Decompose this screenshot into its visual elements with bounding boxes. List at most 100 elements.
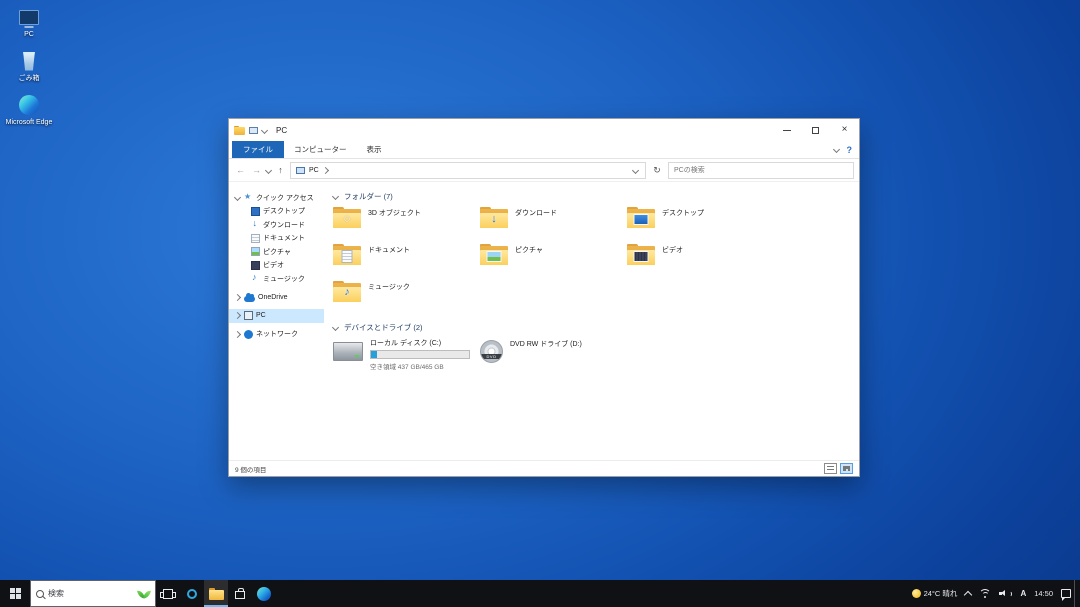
folder-tile-documents[interactable]: ドキュメント	[333, 244, 480, 274]
desktop-icon-pc[interactable]: PC	[2, 6, 56, 39]
chevron-right-icon[interactable]	[234, 295, 241, 300]
sidebar-item-onedrive[interactable]: OneDrive	[229, 291, 324, 305]
windows-logo-icon	[10, 588, 21, 599]
microsoft-store-button[interactable]	[228, 580, 252, 607]
desktop: PC ごみ箱 Microsoft Edge PC × ファイ	[0, 0, 1080, 607]
system-tray: 24°C 晴れ A 14:50	[909, 580, 1074, 607]
pictures-folder-icon	[480, 244, 508, 265]
maximize-button[interactable]	[801, 119, 830, 141]
microsoft-edge-button[interactable]	[252, 580, 276, 607]
downloads-icon	[251, 220, 260, 229]
hard-disk-icon	[333, 342, 363, 361]
show-hidden-icons-chevron[interactable]	[964, 590, 972, 598]
breadcrumb[interactable]: PC	[290, 162, 646, 179]
task-view-button[interactable]	[156, 580, 180, 607]
navigation-pane: クイック アクセス デスクトップ ダウンロード ドキュメント ピクチャ	[229, 182, 324, 460]
details-view-icon[interactable]	[824, 463, 837, 474]
action-center-icon[interactable]	[1061, 589, 1071, 598]
breadcrumb-path[interactable]: PC	[309, 167, 319, 174]
taskbar-search-box[interactable]: 検索	[30, 580, 156, 607]
tab-view[interactable]: 表示	[357, 141, 392, 158]
tab-file[interactable]: ファイル	[232, 141, 284, 158]
forward-button[interactable]: →	[250, 166, 263, 175]
sidebar-item-quick-access[interactable]: クイック アクセス	[229, 191, 324, 205]
sidebar-item-downloads[interactable]: ダウンロード	[229, 218, 324, 232]
onedrive-cloud-icon	[244, 296, 255, 302]
sidebar-item-desktop[interactable]: デスクトップ	[229, 205, 324, 219]
folder-tile-downloads[interactable]: ダウンロード	[480, 207, 627, 237]
show-desktop-button[interactable]	[1074, 580, 1080, 607]
pc-breadcrumb-icon	[296, 167, 305, 174]
up-button[interactable]: ↑	[274, 166, 287, 175]
title-bar[interactable]: PC ×	[229, 119, 859, 141]
folders-grid: 3D オブジェクト ダウンロード デスクトップ ドキュメント	[333, 207, 859, 311]
search-input[interactable]	[668, 162, 854, 179]
refresh-icon[interactable]: ↻	[649, 165, 665, 176]
sun-icon	[912, 589, 921, 598]
drive-tile-c[interactable]: ローカル ディスク (C:) 空き領域 437 GB/465 GB	[333, 338, 480, 374]
chevron-down-icon[interactable]	[234, 195, 241, 200]
drive-tile-dvd[interactable]: DVD RW ドライブ (D:)	[480, 338, 627, 374]
documents-folder-icon	[333, 244, 361, 265]
search-highlight-sprout-icon[interactable]	[138, 587, 150, 600]
network-icon[interactable]	[979, 589, 991, 598]
recent-locations-arrow-icon[interactable]	[265, 166, 272, 173]
sidebar-item-documents[interactable]: ドキュメント	[229, 232, 324, 246]
file-explorer-icon	[209, 588, 224, 600]
ribbon-right-controls: ?	[834, 141, 860, 158]
cortana-button[interactable]	[180, 580, 204, 607]
dvd-drive-icon	[480, 340, 503, 363]
quick-access-star-icon	[244, 193, 253, 202]
tab-computer[interactable]: コンピューター	[284, 141, 357, 158]
group-header-folders[interactable]: フォルダー (7)	[333, 189, 859, 203]
folder-tile-music[interactable]: ミュージック	[333, 281, 480, 311]
edge-icon	[257, 587, 271, 601]
customize-toolbar-arrow-icon[interactable]	[261, 126, 268, 133]
computer-icon	[249, 127, 258, 134]
sidebar-item-pictures[interactable]: ピクチャ	[229, 245, 324, 259]
folder-tile-videos[interactable]: ビデオ	[627, 244, 774, 274]
chevron-right-icon[interactable]	[234, 313, 241, 318]
drive-free-space: 空き領域 437 GB/465 GB	[370, 361, 470, 371]
taskbar-clock[interactable]: 14:50	[1034, 589, 1053, 598]
help-icon[interactable]: ?	[847, 145, 853, 155]
status-bar: 9 個の項目	[229, 460, 859, 476]
pc-icon	[19, 6, 39, 28]
sidebar-item-music[interactable]: ミュージック	[229, 272, 324, 286]
edge-icon	[19, 94, 39, 116]
downloads-folder-icon	[480, 207, 508, 228]
desktop-icon-edge[interactable]: Microsoft Edge	[2, 94, 56, 127]
file-explorer-taskbar-button[interactable]	[204, 580, 228, 607]
window-body: クイック アクセス デスクトップ ダウンロード ドキュメント ピクチャ	[229, 182, 859, 460]
folder-tile-pictures[interactable]: ピクチャ	[480, 244, 627, 274]
close-button[interactable]: ×	[830, 119, 859, 141]
sidebar-item-pc[interactable]: PC	[229, 309, 324, 323]
thumbnails-view-icon[interactable]	[840, 463, 853, 474]
start-button[interactable]	[0, 580, 30, 607]
videos-icon	[251, 261, 260, 270]
desktop-icon-recycle-bin[interactable]: ごみ箱	[2, 50, 56, 83]
folder-tile-3d-objects[interactable]: 3D オブジェクト	[333, 207, 480, 237]
collapse-group-icon[interactable]	[332, 192, 339, 199]
address-dropdown-arrow-icon[interactable]	[633, 168, 640, 173]
item-count: 9 個の項目	[235, 464, 266, 474]
sidebar-item-network[interactable]: ネットワーク	[229, 328, 324, 342]
back-button[interactable]: ←	[234, 166, 247, 175]
store-bag-icon	[235, 591, 245, 599]
ribbon-tab-bar: ファイル コンピューター 表示 ?	[229, 141, 859, 159]
weather-widget[interactable]: 24°C 晴れ	[912, 588, 958, 599]
window-controls: ×	[772, 119, 859, 141]
folder-tile-desktop[interactable]: デスクトップ	[627, 207, 774, 237]
volume-icon[interactable]	[999, 589, 1012, 599]
collapse-group-icon[interactable]	[332, 323, 339, 330]
quick-access-toolbar	[234, 126, 267, 135]
minimize-button[interactable]	[772, 119, 801, 141]
breadcrumb-chevron-icon[interactable]	[322, 166, 329, 173]
address-bar: ← → ↑ PC ↻	[229, 159, 859, 182]
view-toggles	[824, 463, 853, 474]
group-header-devices[interactable]: デバイスとドライブ (2)	[333, 320, 859, 334]
sidebar-item-videos[interactable]: ビデオ	[229, 259, 324, 273]
chevron-right-icon[interactable]	[234, 332, 241, 337]
ime-mode-indicator[interactable]: A	[1020, 589, 1026, 598]
expand-ribbon-icon[interactable]	[832, 146, 839, 153]
